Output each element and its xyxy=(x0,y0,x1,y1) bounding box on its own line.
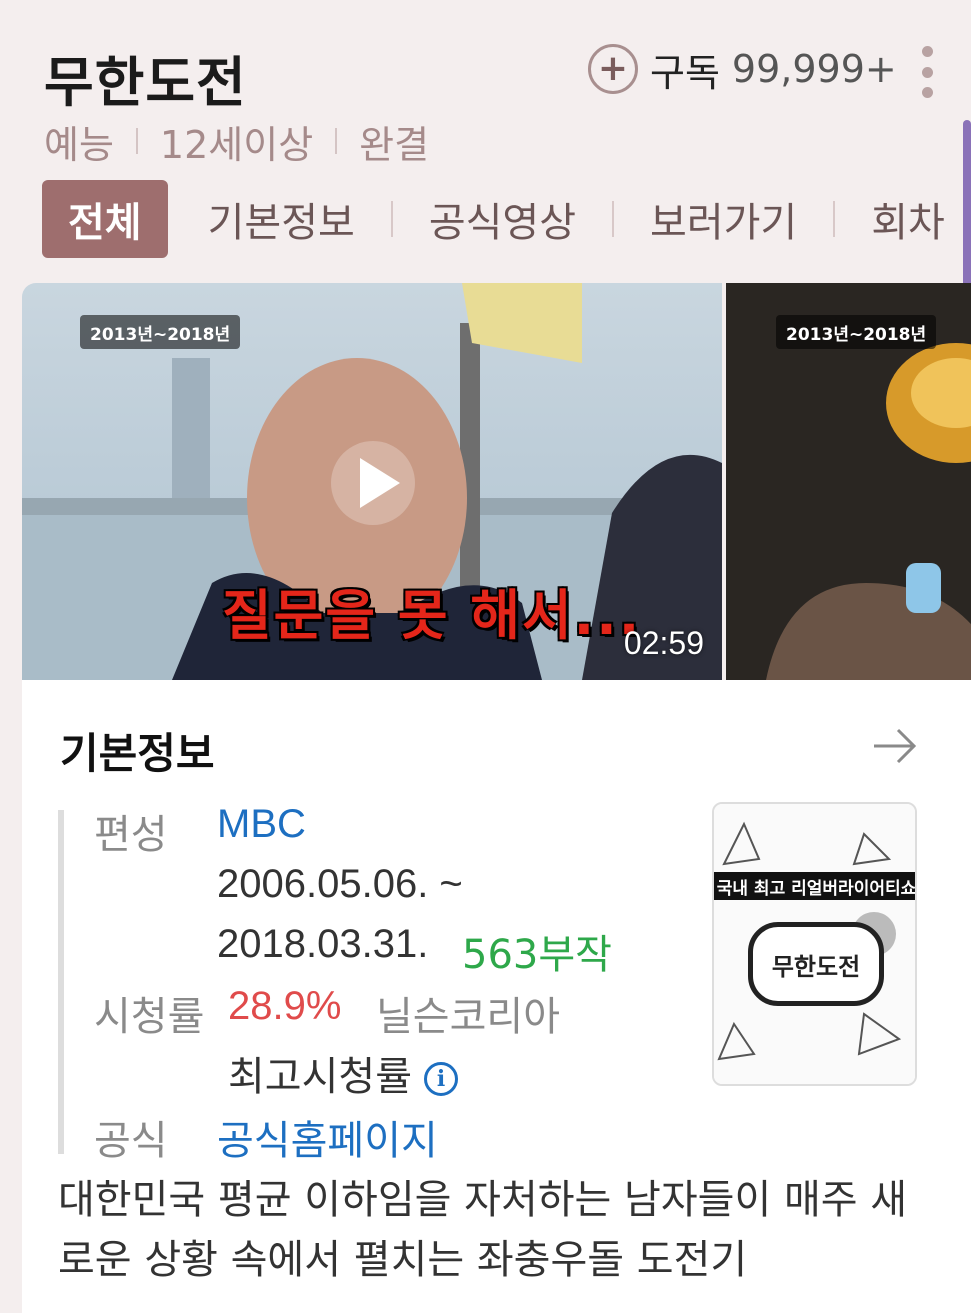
tab-official-video[interactable]: 공식영상 xyxy=(423,190,582,248)
video-card[interactable]: 2013년~2018년 xyxy=(726,283,971,680)
program-meta: 예능 12세이상 완결 xyxy=(44,116,430,167)
official-homepage-link[interactable]: 공식홈페이지 xyxy=(217,1108,438,1166)
rating-note-text: 최고시청률 xyxy=(228,1054,412,1100)
tab-bar: 전체 기본정보 공식영상 보러가기 회차 xyxy=(42,180,971,258)
official-label: 공식 xyxy=(94,1118,168,1164)
video-caption: 질문을 못 해서... xyxy=(222,584,642,647)
video-badge: 2013년~2018년 xyxy=(80,315,241,349)
subscribe-button[interactable]: + 구독 99,999+ xyxy=(588,42,897,96)
play-icon[interactable] xyxy=(328,438,418,528)
more-options-icon[interactable] xyxy=(914,46,940,98)
section-title: 기본정보 xyxy=(60,729,215,778)
divider xyxy=(335,128,338,154)
program-header: 무한도전 + 구독 99,999+ 예능 12세이상 완결 전체 기본정보 공식… xyxy=(0,0,971,285)
program-title: 무한도전 xyxy=(44,51,247,114)
divider xyxy=(390,201,393,237)
tab-watch[interactable]: 보러가기 xyxy=(644,190,803,248)
basic-info-section: 기본정보 편성 MBC 2006.05.06. ~ 2018.03.31. 56… xyxy=(22,680,971,1313)
video-badge: 2013년~2018년 xyxy=(776,315,937,349)
subscribe-label: 구독 xyxy=(650,50,720,95)
video-duration: 02:59 xyxy=(623,625,704,661)
divider xyxy=(58,810,64,1154)
poster-logo: 무한도전 xyxy=(748,922,884,1006)
video-carousel[interactable]: 2013년~2018년 질문을 못 해서... 02:59 2013년~2018… xyxy=(22,283,971,680)
program-poster[interactable]: 국내 최고 리얼버라이어티쇼 무한도전 xyxy=(712,802,917,1086)
broadcaster-link[interactable]: MBC xyxy=(217,802,306,847)
divider xyxy=(135,128,138,154)
rating-value: 28.9% xyxy=(228,984,342,1028)
rating-source: 닐슨코리아 xyxy=(376,994,560,1040)
info-icon[interactable]: i xyxy=(424,1062,458,1096)
plus-icon: + xyxy=(588,44,638,94)
poster-banner: 국내 최고 리얼버라이어티쇼 xyxy=(714,872,915,900)
divider xyxy=(612,201,615,237)
rating-note: 최고시청률 i xyxy=(228,1044,458,1102)
tab-episodes[interactable]: 회차 xyxy=(865,190,951,248)
age-rating-label: 12세이상 xyxy=(159,122,314,167)
divider xyxy=(833,201,836,237)
video-card[interactable]: 2013년~2018년 질문을 못 해서... 02:59 xyxy=(22,283,722,680)
status-label: 완결 xyxy=(359,122,430,167)
broadcast-start-date: 2006.05.06. ~ xyxy=(217,862,463,906)
broadcast-label: 편성 xyxy=(94,812,168,858)
arrow-right-icon[interactable] xyxy=(872,726,918,766)
tab-all[interactable]: 전체 xyxy=(42,180,168,258)
genre-label: 예능 xyxy=(44,122,114,167)
subscribe-count: 99,999+ xyxy=(731,47,897,91)
episode-count: 563부작 xyxy=(462,932,612,978)
program-description: 대한민국 평균 이하임을 자처하는 남자들이 매주 새로운 상황 속에서 펼치는… xyxy=(58,1177,908,1283)
broadcast-end-date: 2018.03.31. xyxy=(217,922,429,966)
rating-label: 시청률 xyxy=(94,994,205,1040)
tab-basic-info[interactable]: 기본정보 xyxy=(202,190,361,248)
